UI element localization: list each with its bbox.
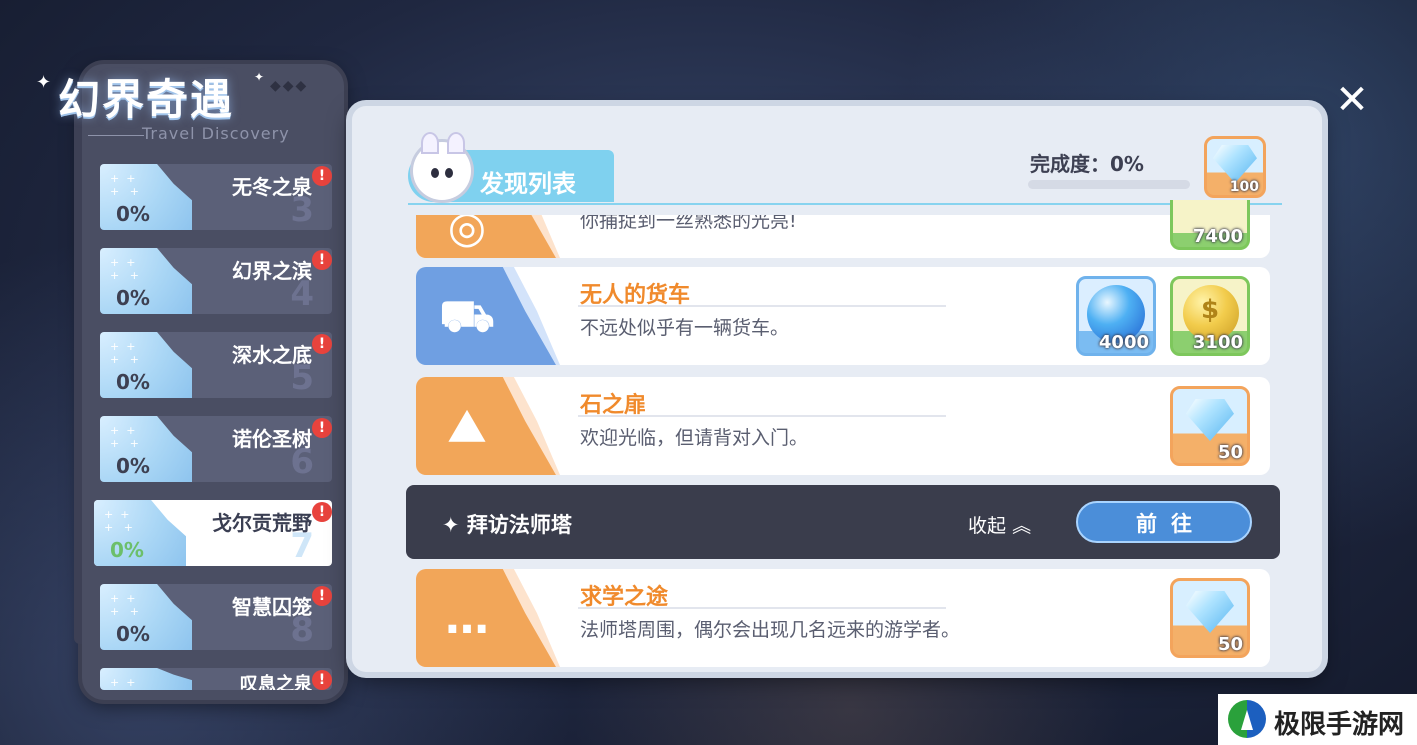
area-item[interactable]: 叹息之泉 ! [100,668,332,690]
discovery-desc: 法师塔周围，偶尔会出现几名远来的游学者。 [580,619,961,641]
title-divider [88,135,144,136]
area-wave-decoration [100,668,192,690]
area-progress: 0% [116,454,150,478]
area-item[interactable]: 3 无冬之泉 0% ! [100,164,332,230]
reward-chip[interactable]: 4000 [1076,276,1156,356]
alert-badge-icon: ! [312,670,332,690]
area-item[interactable]: 8 智慧囚笼 0% ! [100,584,332,650]
discovery-desc: 欢迎光临，但请背对入门。 [580,427,809,449]
list-title: 发现列表 [480,170,576,198]
wagon-icon: ⛟ [439,291,495,342]
area-item[interactable]: 4 幻界之滨 0% ! [100,248,332,314]
watermark-logo-icon [1228,700,1266,738]
reward-amount: 7400 [1192,226,1243,247]
area-item[interactable]: 6 诺伦圣树 0% ! [100,416,332,482]
area-name: 叹息之泉 [240,674,312,690]
diamond-icon [1213,145,1257,183]
page-title: 幻界奇遇 [58,75,235,124]
watermark: 极限手游网 [1218,694,1417,745]
mascot-eye [445,168,453,178]
area-progress: 0% [116,202,150,226]
title-underline [578,415,946,417]
reward-amount: 4000 [1098,332,1149,353]
title-block: 幻界奇遇 Travel Discovery [58,66,289,143]
sparkle-icon: ✦ [36,72,52,93]
area-name: 幻界之滨 [232,259,312,283]
section-title: ✦ 拜访法师塔 [442,509,572,539]
section-title-text: 拜访法师塔 [466,513,572,537]
area-name: 智慧囚笼 [232,595,312,619]
area-progress: 0% [116,622,150,646]
area-item-selected[interactable]: 7 戈尔贡荒野 0% ! [94,500,332,566]
reward-chip[interactable]: 50 [1170,386,1250,466]
reward-amount: 50 [1217,442,1243,463]
page-subtitle: Travel Discovery [142,124,290,143]
reward-chip[interactable]: 7400 [1170,200,1250,250]
alert-badge-icon: ! [312,334,332,354]
alert-badge-icon: ! [312,166,332,186]
reward-amount: 100 [1229,179,1259,195]
area-progress: 0% [116,370,150,394]
area-list: 3 无冬之泉 0% ! 4 幻界之滨 0% ! 5 深水之底 0% ! 6 诺伦… [94,164,332,708]
area-name: 戈尔贡荒野 [212,511,312,535]
discovery-card[interactable]: ⛰ 石之扉 欢迎光临，但请背对入门。 [416,377,1270,475]
reward-chip[interactable]: 50 [1170,578,1250,658]
area-name: 无冬之泉 [232,175,312,199]
completion-bar [1028,180,1190,189]
goto-button[interactable]: 前往 [1076,501,1252,543]
completion-label: 完成度：0% [1030,152,1144,176]
mascot-avatar [413,132,471,200]
alert-badge-icon: ! [312,418,332,438]
discovery-desc: 不远处似乎有一辆货车。 [580,317,790,339]
reward-amount: 3100 [1192,332,1243,353]
alert-badge-icon: ! [312,586,332,606]
sparkle-icon: ✦ [442,513,467,537]
area-name: 诺伦圣树 [232,427,312,451]
sparkle-icon: ✦ [254,70,265,84]
header-divider [408,203,1282,205]
area-item[interactable]: 5 深水之底 0% ! [100,332,332,398]
completion-reward[interactable]: 100 [1204,136,1266,198]
title-underline [578,607,946,609]
watermark-text: 极限手游网 [1274,710,1405,740]
alert-badge-icon: ! [312,502,332,522]
close-button[interactable]: ✕ [1332,80,1372,120]
collapse-label: 收起 [968,515,1007,537]
area-progress: 0% [116,286,150,310]
close-icon: ✕ [1335,77,1369,123]
chat-bubble-icon: … [445,593,489,644]
title-underline [578,305,946,307]
decorative-diamonds-icon: ◆◆◆ [270,78,309,94]
mascot-ear [421,132,439,154]
chevron-up-icon: ︽ [1012,515,1032,537]
collapse-button[interactable]: 收起 ︽ [968,511,1031,538]
area-name: 深水之底 [232,343,312,367]
mountain-path-icon: ⛰ [448,401,486,452]
reward-amount: 50 [1217,634,1243,655]
area-progress: 0% [110,538,144,562]
alert-badge-icon: ! [312,250,332,270]
reward-chip[interactable]: 3100 [1170,276,1250,356]
mascot-ear [447,132,465,154]
mascot-eye [431,168,439,178]
discovery-card[interactable]: … 求学之途 法师塔周围，偶尔会出现几名远来的游学者。 [416,569,1270,667]
diamond-icon [1186,399,1234,441]
diamond-icon [1186,591,1234,633]
